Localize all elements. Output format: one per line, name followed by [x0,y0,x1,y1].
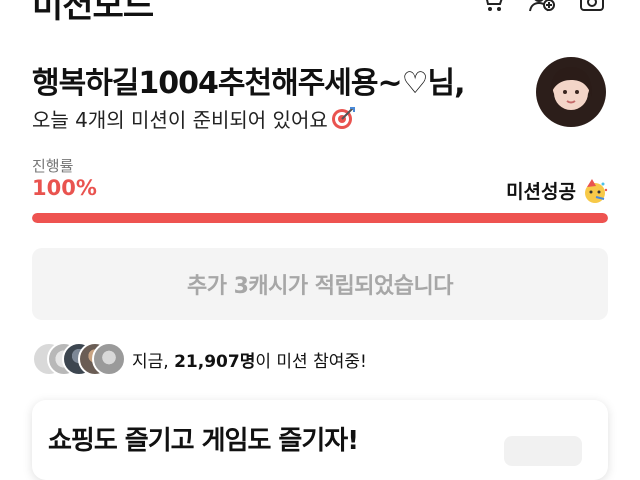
avatar-image [550,67,593,110]
camera-icon[interactable] [578,0,606,14]
progress-percent: 100% [32,176,97,200]
promo-card-title: 쇼핑도 즐기고 게임도 즐기자! [48,426,359,456]
reward-button[interactable]: 추가 3캐시가 적립되었습니다 [32,248,608,320]
avatar[interactable] [536,57,606,127]
promo-card-button[interactable] [504,436,582,466]
progress-bar-fill [32,213,608,223]
greeting-subtitle-text: 오늘 4개의 미션이 준비되어 있어요 [32,108,328,132]
participants-suffix: 이 미션 참여중! [255,351,367,372]
header-actions [478,0,606,14]
participants-prefix: 지금, [132,351,175,372]
add-user-icon[interactable] [528,0,556,14]
participant-avatar [92,342,126,376]
progress-label: 진행률 [32,157,74,175]
participants-count: 21,907명 [174,351,256,372]
target-icon [331,107,355,129]
promo-card[interactable]: 쇼핑도 즐기고 게임도 즐기자! [32,400,608,480]
cart-icon[interactable] [478,0,506,14]
mission-status-label: 미션성공 [506,181,576,203]
mission-status: 미션성공 [506,177,608,204]
greeting-title: 행복하길1004추천해주세용~♡님, [32,66,466,101]
party-face-icon [585,178,608,203]
greeting-subtitle: 오늘 4개의 미션이 준비되어 있어요 [32,104,356,133]
participants-row: 지금, 21,907명이 미션 참여중! [32,340,367,378]
participants-text: 지금, 21,907명이 미션 참여중! [132,347,367,372]
progress-bar [32,213,608,223]
participant-avatars [32,340,128,378]
page-title: 미션모드 [32,0,154,26]
